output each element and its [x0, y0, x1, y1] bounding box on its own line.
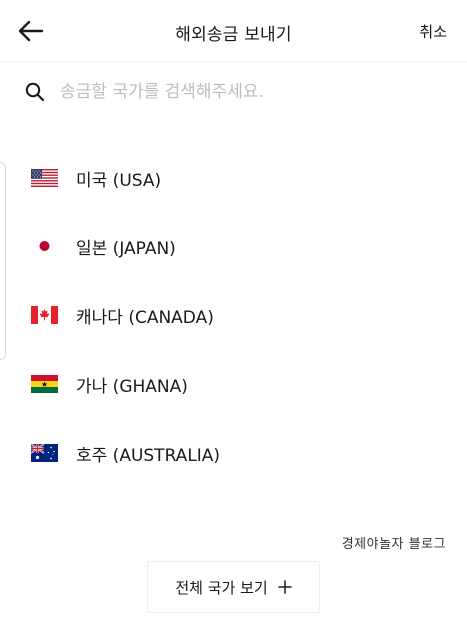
country-label: 호주 (AUSTRALIA) [76, 445, 221, 466]
header-divider [0, 61, 467, 62]
country-item-australia[interactable]: 호주 (AUSTRALIA) [0, 418, 467, 488]
search-icon[interactable] [24, 81, 46, 103]
country-item-usa[interactable]: 미국 (USA) [0, 143, 467, 213]
country-label: 가나 (GHANA) [76, 376, 188, 397]
search-input[interactable] [60, 82, 420, 102]
country-item-ghana[interactable]: 가나 (GHANA) [0, 349, 467, 419]
country-item-japan[interactable]: 일본 (JAPAN) [0, 211, 467, 281]
view-all-countries-button[interactable]: 전체 국가 보기 [147, 561, 320, 613]
plus-icon [277, 580, 292, 594]
search-bar[interactable] [24, 76, 444, 108]
view-all-label: 전체 국가 보기 [175, 578, 268, 597]
flag-japan-icon [31, 237, 58, 255]
page-title: 해외송금 보내기 [175, 25, 292, 45]
flag-australia-icon [31, 444, 58, 462]
flag-usa-icon [31, 169, 58, 187]
cancel-button[interactable]: 취소 [419, 21, 447, 42]
blog-watermark: 경제야놀자 블로그 [341, 537, 446, 552]
flag-ghana-icon [31, 375, 58, 393]
app-header: 해외송금 보내기 취소 [0, 0, 467, 62]
flag-canada-icon [31, 306, 58, 324]
country-label: 캐나다 (CANADA) [76, 307, 214, 328]
country-label: 일본 (JAPAN) [76, 238, 176, 259]
country-label: 미국 (USA) [76, 170, 162, 191]
country-item-canada[interactable]: 캐나다 (CANADA) [0, 280, 467, 350]
